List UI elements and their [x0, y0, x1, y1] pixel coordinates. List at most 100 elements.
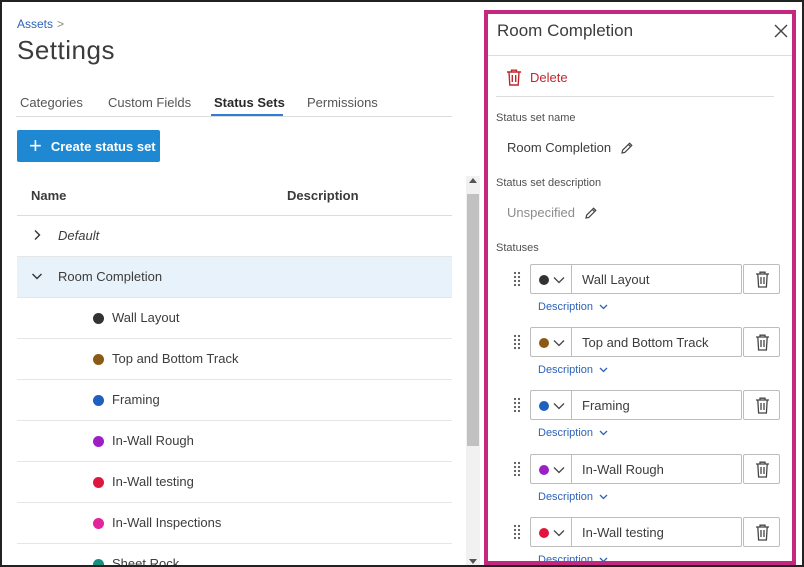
- status-description-toggle[interactable]: Description: [538, 301, 608, 313]
- status-color-dot: [539, 528, 549, 538]
- breadcrumb-assets-link[interactable]: Assets: [17, 17, 53, 31]
- status-description-toggle[interactable]: Description: [538, 491, 608, 503]
- status-name: Sheet Rock: [112, 556, 180, 567]
- settings-main: Assets > Settings Categories Custom Field…: [16, 2, 480, 567]
- status-name-input[interactable]: [571, 327, 742, 357]
- chevron-down-icon: [553, 403, 565, 410]
- status-set-name: Default: [58, 228, 100, 243]
- tab-custom-fields[interactable]: Custom Fields: [108, 95, 191, 110]
- status-color-picker[interactable]: [530, 390, 571, 420]
- status-color-picker[interactable]: [530, 264, 571, 294]
- status-color-dot: [93, 354, 104, 365]
- table-row-status[interactable]: Top and Bottom Track: [17, 339, 452, 380]
- chevron-down-icon: [553, 277, 565, 284]
- settings-tabs: Categories Custom Fields Status Sets Per…: [16, 91, 452, 117]
- status-color-picker[interactable]: [530, 454, 571, 484]
- table-row-status[interactable]: Framing: [17, 380, 452, 421]
- scroll-up-arrow-icon[interactable]: [469, 178, 477, 183]
- status-set-description-text: Unspecified: [507, 205, 575, 220]
- status-description-toggle[interactable]: Description: [538, 364, 608, 376]
- chevron-down-icon: [599, 430, 608, 436]
- drag-handle-icon[interactable]: [513, 334, 521, 350]
- tab-categories[interactable]: Categories: [20, 95, 83, 110]
- column-header-description[interactable]: Description: [287, 188, 359, 203]
- drag-handle-icon[interactable]: [513, 271, 521, 287]
- status-set-name-text: Room Completion: [507, 140, 612, 155]
- status-color-dot: [93, 477, 104, 488]
- chevron-down-icon: [599, 494, 608, 500]
- status-set-description-value: Unspecified: [507, 205, 598, 220]
- create-status-set-button[interactable]: + Create status set: [17, 130, 160, 162]
- trash-icon: [756, 397, 769, 414]
- chevron-down-icon: [553, 530, 565, 537]
- status-color-picker[interactable]: [530, 517, 571, 547]
- pencil-edit-icon[interactable]: [584, 206, 598, 220]
- table-row-status[interactable]: Sheet Rock: [17, 544, 452, 567]
- status-description-toggle[interactable]: Description: [538, 427, 608, 439]
- table-row-status[interactable]: In-Wall Inspections: [17, 503, 452, 544]
- panel-title: Room Completion: [497, 21, 634, 40]
- table-row-status[interactable]: Wall Layout: [17, 298, 452, 339]
- status-name: In-Wall Rough: [112, 433, 194, 448]
- status-set-detail-panel: Room Completion Delete Status set name R…: [484, 10, 796, 565]
- table-row-room-completion[interactable]: Room Completion: [17, 257, 452, 298]
- status-color-picker[interactable]: [530, 327, 571, 357]
- status-name: Framing: [112, 392, 160, 407]
- statuses-label: Statuses: [496, 242, 539, 254]
- chevron-down-icon[interactable]: [31, 270, 43, 282]
- status-name: Wall Layout: [112, 310, 180, 325]
- trash-icon: [756, 334, 769, 351]
- tab-permissions[interactable]: Permissions: [307, 95, 378, 110]
- tab-status-sets[interactable]: Status Sets: [214, 95, 285, 110]
- status-name-input[interactable]: [571, 264, 742, 294]
- delete-status-button[interactable]: [743, 390, 780, 420]
- status-color-dot: [93, 313, 104, 324]
- status-editor-row: Description: [512, 327, 782, 376]
- column-header-name[interactable]: Name: [31, 188, 66, 203]
- scroll-down-arrow-icon[interactable]: [469, 559, 477, 564]
- breadcrumb-separator: >: [57, 17, 65, 31]
- scrollbar-thumb[interactable]: [467, 194, 479, 446]
- status-set-description-label: Status set description: [496, 177, 602, 189]
- status-editor-row: Description: [512, 390, 782, 439]
- status-color-dot: [539, 401, 549, 411]
- table-scrollbar[interactable]: [466, 176, 480, 565]
- delete-label: Delete: [530, 70, 568, 85]
- status-name: In-Wall testing: [112, 474, 194, 489]
- delete-status-button[interactable]: [743, 327, 780, 357]
- status-editor-row: Description: [512, 454, 782, 503]
- drag-handle-icon[interactable]: [513, 524, 521, 540]
- delete-status-button[interactable]: [743, 454, 780, 484]
- breadcrumb: Assets >: [17, 17, 64, 31]
- close-icon[interactable]: [774, 24, 788, 38]
- delete-status-set-button[interactable]: Delete: [506, 69, 568, 86]
- status-name-input[interactable]: [571, 454, 742, 484]
- pencil-edit-icon[interactable]: [620, 141, 634, 155]
- chevron-down-icon: [599, 367, 608, 373]
- description-link-label: Description: [538, 491, 594, 503]
- table-row-default[interactable]: Default: [17, 216, 452, 257]
- table-row-status[interactable]: In-Wall testing: [17, 462, 452, 503]
- status-editor-row: Description: [512, 264, 782, 313]
- status-name: In-Wall Inspections: [112, 515, 222, 530]
- delete-status-button[interactable]: [743, 517, 780, 547]
- chevron-down-icon: [553, 340, 565, 347]
- status-sets-table: Name Description Default Room Completion…: [17, 175, 452, 567]
- status-name-input[interactable]: [571, 517, 742, 547]
- status-name-input[interactable]: [571, 390, 742, 420]
- app-window: Assets > Settings Categories Custom Field…: [0, 0, 804, 567]
- delete-status-button[interactable]: [743, 264, 780, 294]
- chevron-down-icon: [553, 467, 565, 474]
- description-link-label: Description: [538, 301, 594, 313]
- status-description-toggle[interactable]: Description: [538, 554, 608, 561]
- trash-icon: [756, 524, 769, 541]
- description-link-label: Description: [538, 364, 594, 376]
- status-name: Top and Bottom Track: [112, 351, 239, 366]
- chevron-down-icon: [599, 304, 608, 310]
- trash-icon: [507, 69, 521, 86]
- drag-handle-icon[interactable]: [513, 397, 521, 413]
- drag-handle-icon[interactable]: [513, 461, 521, 477]
- status-set-name: Room Completion: [58, 269, 163, 284]
- table-row-status[interactable]: In-Wall Rough: [17, 421, 452, 462]
- chevron-right-icon[interactable]: [31, 229, 43, 241]
